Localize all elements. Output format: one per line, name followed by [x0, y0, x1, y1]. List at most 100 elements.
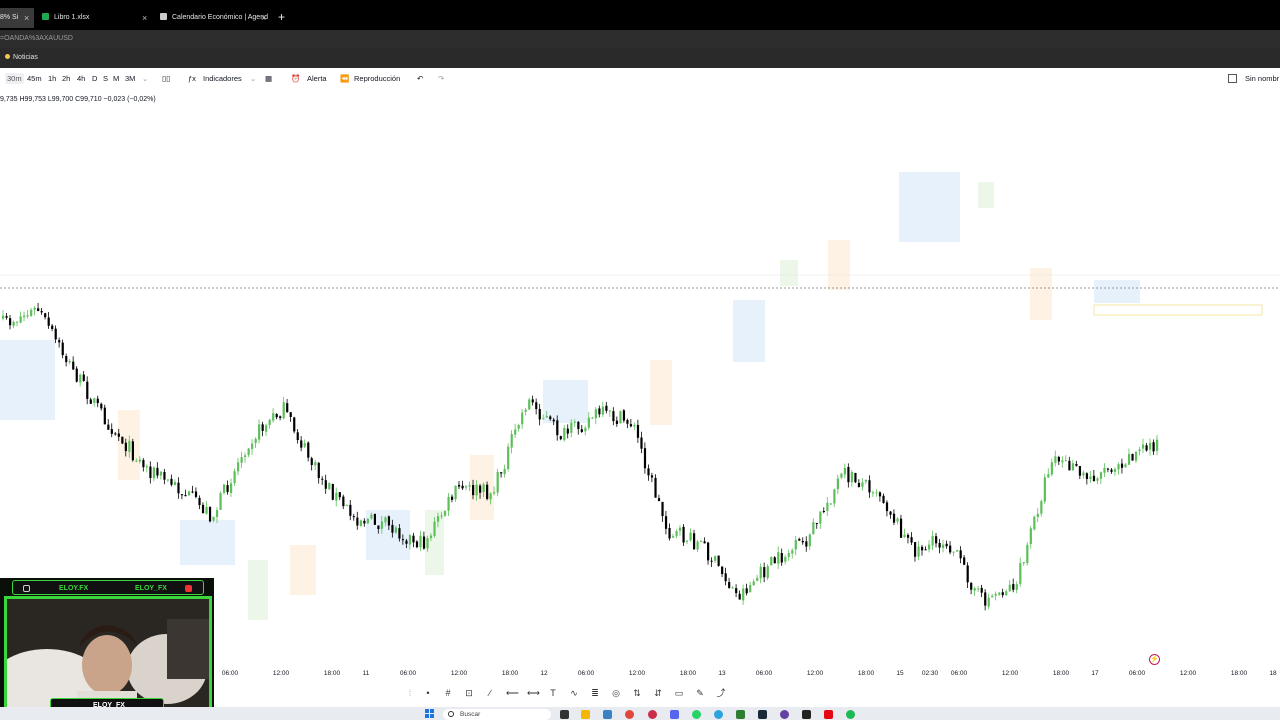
candle-type-icon[interactable]: ▯▯: [162, 74, 170, 83]
candle-body: [977, 588, 980, 590]
candle-body: [1120, 463, 1124, 468]
bookmark-noticias[interactable]: Noticias: [5, 54, 38, 61]
candle-body: [1110, 469, 1113, 472]
ray-icon[interactable]: ⟵: [506, 688, 519, 698]
trendline-icon[interactable]: ∕: [485, 688, 495, 698]
settings-icon[interactable]: [603, 710, 612, 719]
replay-button[interactable]: Reproducción: [354, 74, 400, 83]
candle-body: [23, 315, 26, 318]
interval-2h[interactable]: 2h: [62, 74, 70, 83]
fib-icon[interactable]: ≣: [590, 688, 600, 698]
candle-body: [1148, 442, 1152, 450]
short-position-icon[interactable]: ⇵: [653, 688, 663, 698]
candle-body: [114, 433, 117, 435]
alert-clock-icon[interactable]: ⏰: [291, 74, 300, 83]
drag-handle-icon[interactable]: ⁞: [405, 688, 415, 698]
indicators-button[interactable]: Indicadores: [203, 74, 242, 83]
close-icon[interactable]: ×: [142, 8, 147, 28]
candle-body: [286, 403, 289, 412]
candle-body: [142, 460, 145, 468]
candle-body: [573, 421, 576, 423]
whatsapp-icon[interactable]: [692, 710, 701, 719]
interval-45m[interactable]: 45m: [27, 74, 42, 83]
layout-grid-icon[interactable]: ▦: [265, 74, 272, 83]
close-icon[interactable]: ×: [24, 8, 29, 28]
candle-body: [980, 587, 983, 593]
candle-body: [121, 436, 124, 444]
app-icon[interactable]: [802, 710, 811, 719]
session-zone: [899, 172, 960, 242]
interval-d[interactable]: D: [92, 74, 97, 83]
session-zone: [733, 300, 765, 362]
address-bar[interactable]: =OANDA%3AXAUUSD: [0, 30, 1280, 48]
layout-name-label[interactable]: Sin nombr: [1245, 74, 1279, 83]
replay-icon[interactable]: ⏪: [340, 74, 349, 83]
candle-body: [703, 541, 706, 544]
windows-start-icon[interactable]: [425, 709, 435, 719]
steam-icon[interactable]: [758, 710, 767, 719]
candle-body: [896, 518, 899, 522]
candle-body: [268, 419, 271, 426]
layout-checkbox[interactable]: [1228, 74, 1237, 83]
obs-icon[interactable]: [780, 710, 789, 719]
long-position-icon[interactable]: ⇅: [632, 688, 642, 698]
grid-icon[interactable]: #: [443, 688, 453, 698]
telegram-icon[interactable]: [714, 710, 723, 719]
candle-body: [380, 521, 384, 529]
time-axis-label: 12:00: [1179, 670, 1197, 677]
candle-body: [903, 534, 906, 538]
candle-body: [93, 398, 96, 404]
candle-body: [433, 521, 436, 536]
redo-icon[interactable]: ↷: [438, 74, 444, 83]
tab-current[interactable]: 8% Si ×: [0, 8, 34, 28]
crop-icon[interactable]: ⊡: [464, 688, 474, 698]
dot-icon[interactable]: •: [423, 688, 433, 698]
taskbar-search[interactable]: Buscar: [443, 709, 551, 720]
time-axis-label: 12:00: [272, 670, 290, 677]
candle-body: [1047, 474, 1050, 478]
text-icon[interactable]: T: [548, 688, 558, 698]
time-axis-label: 06:00: [577, 670, 595, 677]
task-view-icon[interactable]: [560, 710, 569, 719]
undo-icon[interactable]: ↶: [417, 74, 423, 83]
chevron-down-icon[interactable]: ⌄: [142, 74, 148, 83]
horizontal-line-icon[interactable]: ⟷: [527, 688, 540, 698]
candle-body: [626, 420, 629, 424]
candle-body: [331, 484, 334, 500]
app-icon[interactable]: [736, 710, 745, 719]
chevron-down-icon[interactable]: ⌄: [250, 74, 256, 83]
alert-button[interactable]: Alerta: [307, 74, 327, 83]
interval-4h[interactable]: 4h: [77, 74, 85, 83]
interval-1h[interactable]: 1h: [48, 74, 56, 83]
pattern-icon[interactable]: ∿: [569, 688, 579, 698]
discord-icon[interactable]: [670, 710, 679, 719]
file-explorer-icon[interactable]: [581, 710, 590, 719]
circle-icon[interactable]: ◎: [611, 688, 621, 698]
tab-calendario[interactable]: Calendario Económico | Agend ×: [160, 8, 272, 28]
interval-30m[interactable]: 30m: [5, 73, 24, 84]
spotify-icon[interactable]: [846, 710, 855, 719]
candle-body: [847, 467, 850, 483]
chrome-icon[interactable]: [625, 710, 634, 719]
tab-libro[interactable]: Libro 1.xlsx ×: [42, 8, 152, 28]
new-tab-button[interactable]: +: [278, 10, 285, 24]
close-icon[interactable]: ×: [261, 8, 266, 28]
comment-icon[interactable]: ▭: [674, 688, 684, 698]
interval-s[interactable]: S: [103, 74, 108, 83]
lightning-icon[interactable]: ⚡: [1149, 654, 1160, 665]
interval-3m[interactable]: 3M: [125, 74, 135, 83]
netflix-icon[interactable]: [824, 710, 833, 719]
candle-body: [472, 485, 475, 496]
candle-body: [612, 411, 615, 422]
candle-body: [959, 550, 962, 559]
candle-body: [145, 466, 149, 468]
app-icon[interactable]: [648, 710, 657, 719]
candle-body: [89, 399, 92, 404]
indicators-icon[interactable]: ƒx: [188, 74, 196, 83]
interval-m[interactable]: M: [113, 74, 119, 83]
candle-body: [33, 307, 36, 310]
candle-body: [205, 507, 208, 514]
path-icon[interactable]: ⤴: [716, 688, 726, 698]
session-zone: [180, 520, 235, 565]
brush-icon[interactable]: ✎: [695, 688, 705, 698]
